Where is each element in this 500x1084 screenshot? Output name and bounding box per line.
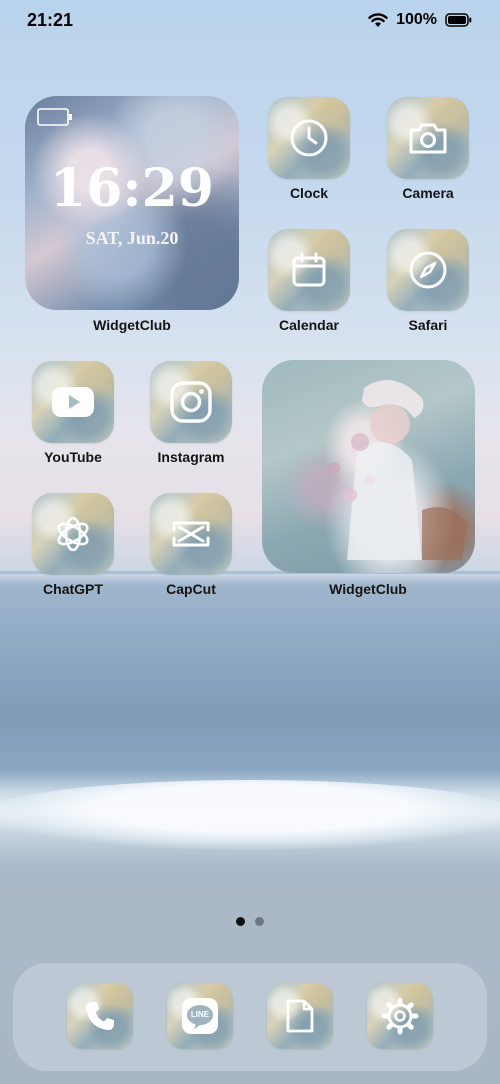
painting-image: [328, 380, 467, 560]
chatgpt-icon: [57, 516, 89, 552]
app-chatgpt-label: ChatGPT: [43, 581, 103, 597]
app-capcut-label: CapCut: [166, 581, 216, 597]
instagram-icon: [170, 381, 212, 423]
app-instagram-label: Instagram: [157, 449, 225, 465]
dock-phone[interactable]: [67, 983, 133, 1049]
app-youtube-label: YouTube: [44, 449, 102, 465]
clock-widget-label: WidgetClub: [93, 317, 171, 333]
app-camera-label: Camera: [402, 185, 454, 201]
photo-widget-label: WidgetClub: [329, 581, 407, 597]
status-icons: 100%: [368, 11, 472, 29]
clock-widget[interactable]: 16:29 SAT, Jun.20: [25, 96, 239, 310]
camera-icon: [409, 123, 447, 154]
phone-icon: [86, 1002, 114, 1030]
dock-settings[interactable]: [367, 983, 433, 1049]
battery-icon: [445, 13, 472, 27]
status-time: 21:21: [27, 10, 74, 30]
app-capcut[interactable]: [150, 493, 232, 575]
app-clock[interactable]: [268, 97, 350, 179]
app-calendar[interactable]: [268, 229, 350, 311]
calendar-icon: [292, 252, 326, 287]
clock-widget-time: 16:29: [50, 158, 214, 219]
app-youtube[interactable]: [32, 361, 114, 443]
wave-foam: [0, 780, 500, 850]
app-clock-label: Clock: [289, 185, 329, 201]
dock-files[interactable]: [267, 983, 333, 1049]
battery-outline-icon: [37, 108, 72, 126]
battery-percent: 100%: [396, 11, 437, 28]
gear-icon: [381, 997, 419, 1035]
app-chatgpt[interactable]: [32, 493, 114, 575]
page-dot-active: [236, 917, 245, 926]
photo-widget[interactable]: [262, 360, 475, 573]
app-instagram[interactable]: [150, 361, 232, 443]
clock-icon: [290, 119, 328, 157]
app-safari-label: Safari: [408, 317, 448, 333]
capcut-icon: [172, 521, 210, 547]
files-icon: [286, 999, 314, 1033]
compass-icon: [409, 251, 447, 289]
page-indicator[interactable]: [0, 917, 500, 926]
wifi-icon: [368, 12, 388, 27]
home-screen: 21:21 100% 16:29 SAT, Jun.20 WidgetClub: [0, 0, 500, 1084]
app-calendar-label: Calendar: [279, 317, 339, 333]
dock: LINE: [13, 963, 487, 1071]
line-icon-text: LINE: [190, 1010, 210, 1019]
clock-widget-date: SAT, Jun.20: [85, 228, 179, 248]
dock-line[interactable]: LINE: [167, 983, 233, 1049]
youtube-icon: [52, 387, 94, 417]
status-bar: 21:21 100%: [0, 0, 500, 44]
app-camera[interactable]: [387, 97, 469, 179]
app-safari[interactable]: [387, 229, 469, 311]
page-dot: [255, 917, 264, 926]
